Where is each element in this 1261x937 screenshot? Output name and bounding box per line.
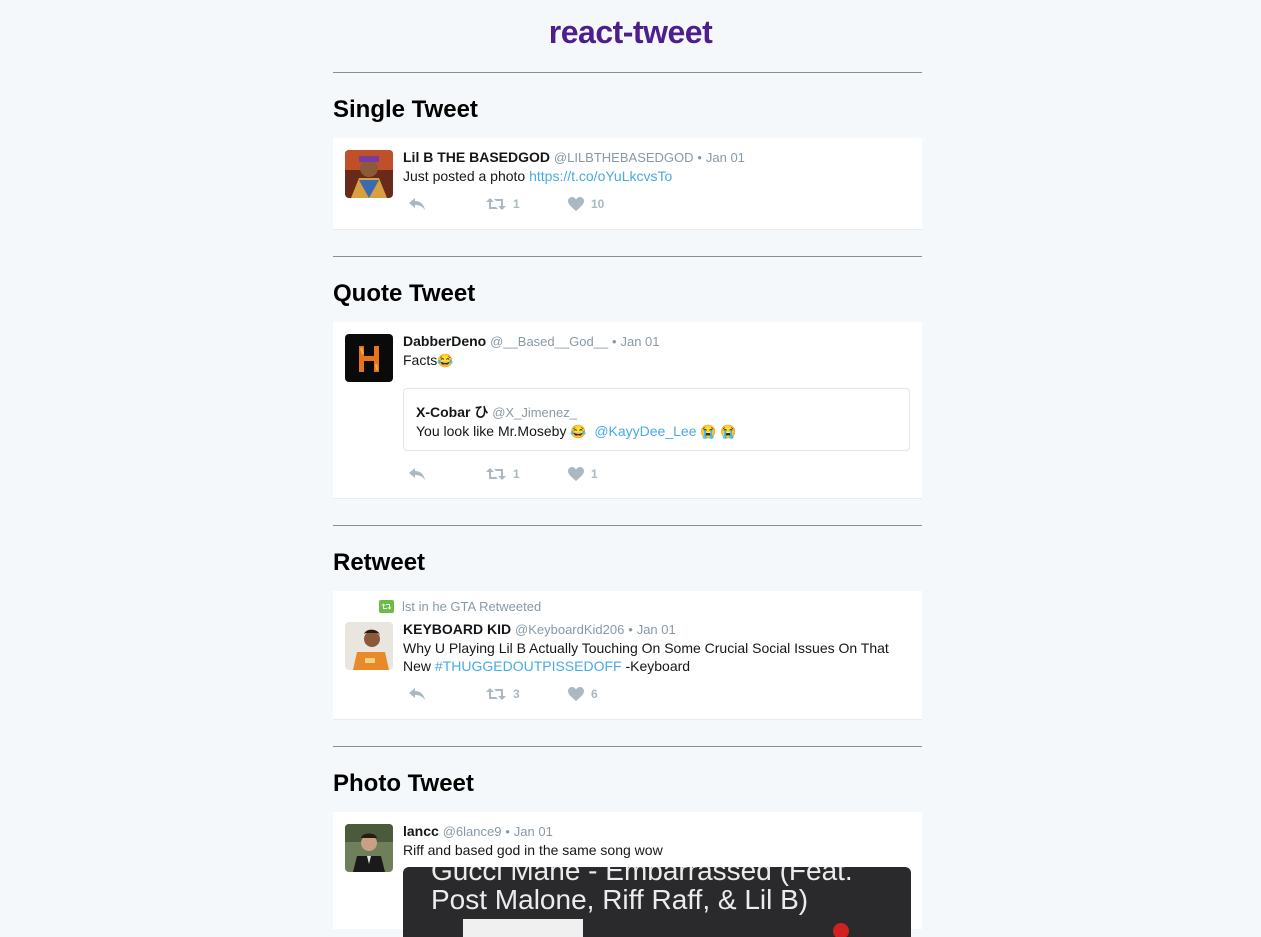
divider — [333, 256, 922, 257]
tweet-text-body: Just posted a photo — [403, 168, 530, 184]
divider — [333, 746, 922, 747]
quoted-text: You look like Mr.Moseby 😂 @KayyDee_Lee 😭… — [416, 423, 736, 440]
tweet-card-quote[interactable]: DabberDeno @__Based__God__ • Jan 01 Fact… — [333, 322, 922, 499]
reply-icon — [409, 688, 425, 700]
emoji: 😭 😭 — [700, 424, 737, 439]
tweet-card-retweet[interactable]: lst in he GTA Retweeted KEYBOARD KID @Ke… — [333, 591, 922, 720]
like-count: 10 — [591, 197, 605, 211]
tweet-text: Just posted a photo https://t.co/oYuLkcv… — [403, 167, 908, 185]
author-name[interactable]: Lil B THE BASEDGOD — [403, 149, 550, 165]
emoji: 😂 — [570, 424, 587, 439]
hashtag-link[interactable]: #THUGGEDOUTPISSEDOFF — [435, 658, 622, 674]
quoted-tweet[interactable]: X-Cobar ひ @X_Jimenez_ You look like Mr.M… — [403, 388, 910, 451]
tweet-text-line1: Why U Playing Lil B Actually Touching On… — [403, 640, 889, 656]
like-count: 6 — [591, 687, 598, 701]
tweet-photo[interactable]: Gucci Mane - Embarrassed (Feat. Post Mal… — [403, 867, 911, 937]
photo-graphic — [463, 919, 583, 937]
like-icon — [568, 467, 584, 481]
avatar[interactable] — [345, 622, 393, 670]
like-icon — [568, 197, 584, 211]
avatar[interactable] — [345, 150, 393, 198]
retweet-badge-icon — [379, 600, 394, 613]
author-name[interactable]: lancc — [403, 823, 439, 839]
tweet-text: Facts😂 — [403, 351, 908, 370]
photo-caption-line2: Post Malone, Riff Raff, & Lil B) — [431, 884, 809, 915]
retweet-button[interactable]: 1 — [485, 196, 520, 212]
photo-graphic — [833, 923, 849, 937]
quoted-text-body: You look like Mr.Moseby — [416, 423, 571, 439]
separator-dot: • — [505, 824, 510, 839]
tweet-text-suffix: -Keyboard — [621, 658, 691, 674]
quoted-author-name[interactable]: X-Cobar ひ — [416, 404, 488, 420]
like-button[interactable]: 10 — [567, 196, 604, 212]
retweet-icon — [486, 688, 506, 700]
tweet-text-prefix: New — [403, 658, 435, 674]
separator-dot: • — [628, 622, 633, 637]
page-title: react-tweet — [548, 14, 713, 50]
tweet-date[interactable]: Jan 01 — [637, 622, 676, 637]
tweet-card-photo[interactable]: lancc @6lance9 • Jan 01 Riff and based g… — [333, 812, 922, 937]
retweet-count: 1 — [513, 197, 520, 211]
reply-icon — [409, 468, 425, 480]
reply-button[interactable] — [407, 196, 427, 212]
retweet-icon — [486, 198, 506, 210]
author-handle[interactable]: @LILBTHEBASEDGOD — [554, 150, 694, 165]
tweet-link[interactable]: https://t.co/oYuLkcvsTo — [529, 168, 672, 184]
section-heading-photo: Photo Tweet — [333, 770, 474, 797]
tweet-text-body: Facts — [403, 352, 438, 368]
reply-icon — [409, 198, 425, 210]
divider — [333, 72, 922, 73]
author-handle[interactable]: @6lance9 — [443, 824, 502, 839]
reply-button[interactable] — [407, 686, 427, 702]
separator-dot: • — [612, 334, 617, 349]
tweet-text: Riff and based god in the same song wow — [403, 842, 663, 858]
author-name[interactable]: KEYBOARD KID — [403, 621, 511, 637]
retweet-button[interactable]: 1 — [485, 466, 520, 482]
retweet-icon — [486, 468, 506, 480]
tweet-actions: 1 1 — [403, 466, 908, 486]
tweet-text: Why U Playing Lil B Actually Touching On… — [403, 639, 908, 675]
retweeted-by-label: lst in he GTA Retweeted — [402, 599, 542, 614]
like-count: 1 — [591, 467, 598, 481]
like-button[interactable]: 1 — [567, 466, 598, 482]
tweet-date[interactable]: Jan 01 — [620, 334, 659, 349]
section-heading-quote: Quote Tweet — [333, 280, 476, 307]
section-heading-retweet: Retweet — [333, 549, 426, 576]
divider — [333, 525, 922, 526]
tweet-actions: 1 10 — [403, 196, 908, 216]
tweet-text-line2: New #THUGGEDOUTPISSEDOFF -Keyboard — [403, 657, 908, 675]
section-heading-single: Single Tweet — [333, 96, 478, 123]
retweet-count: 1 — [513, 467, 520, 481]
author-handle[interactable]: @__Based__God__ — [490, 334, 608, 349]
author-handle[interactable]: @KeyboardKid206 — [515, 622, 624, 637]
tweet-card-single[interactable]: Lil B THE BASEDGOD @LILBTHEBASEDGOD • Ja… — [333, 138, 922, 230]
retweeted-by[interactable]: lst in he GTA Retweeted — [379, 599, 541, 614]
retweet-button[interactable]: 3 — [485, 686, 520, 702]
avatar[interactable] — [345, 334, 393, 382]
tweet-date[interactable]: Jan 01 — [706, 150, 745, 165]
separator-dot: • — [697, 150, 702, 165]
emoji: 😂 — [437, 353, 454, 368]
mention-link[interactable]: @KayyDee_Lee — [594, 423, 696, 439]
tweet-date[interactable]: Jan 01 — [514, 824, 553, 839]
quoted-author-handle[interactable]: @X_Jimenez_ — [492, 405, 577, 420]
like-icon — [568, 687, 584, 701]
like-button[interactable]: 6 — [567, 686, 598, 702]
retweet-count: 3 — [513, 687, 520, 701]
author-name[interactable]: DabberDeno — [403, 333, 486, 349]
tweet-actions: 3 6 — [403, 686, 908, 706]
avatar[interactable] — [345, 824, 393, 872]
reply-button[interactable] — [407, 466, 427, 482]
